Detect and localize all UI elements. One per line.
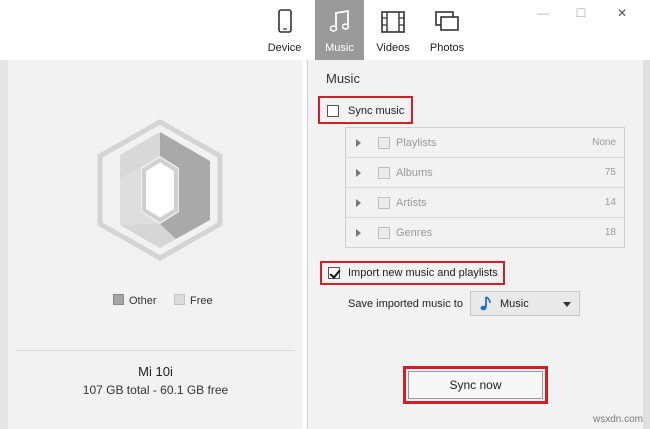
category-label: Genres bbox=[396, 227, 433, 239]
music-category-list: Playlists None Albums 75 Artists 14 Genr… bbox=[345, 127, 625, 248]
maximize-button[interactable]: ☐ bbox=[573, 6, 589, 20]
left-scrollbar[interactable] bbox=[0, 60, 8, 429]
list-item[interactable]: Playlists None bbox=[346, 128, 624, 158]
storage-panel: Other Free Mi 10i 107 GB total - 60.1 GB… bbox=[8, 60, 303, 429]
list-item[interactable]: Genres 18 bbox=[346, 218, 624, 248]
expand-arrow-icon[interactable] bbox=[356, 229, 361, 237]
film-icon bbox=[381, 11, 405, 33]
tab-music[interactable]: Music bbox=[315, 0, 364, 60]
legend-free-swatch bbox=[174, 294, 185, 305]
dropdown-value: Music bbox=[500, 298, 529, 310]
category-count: 18 bbox=[604, 227, 616, 238]
phone-icon bbox=[277, 9, 292, 33]
category-count: 14 bbox=[604, 197, 616, 208]
section-title: Music bbox=[326, 71, 360, 86]
category-label: Artists bbox=[396, 197, 427, 209]
tab-videos-label: Videos bbox=[376, 42, 410, 54]
tab-photos-label: Photos bbox=[429, 42, 465, 54]
minimize-button[interactable]: — bbox=[535, 6, 551, 20]
close-button[interactable]: ✕ bbox=[614, 6, 630, 20]
genres-checkbox[interactable] bbox=[378, 227, 390, 239]
sync-music-label: Sync music bbox=[348, 105, 405, 117]
storage-hexagon-icon bbox=[97, 119, 223, 261]
save-to-dropdown[interactable]: Music bbox=[470, 291, 580, 316]
tab-device[interactable]: Device bbox=[262, 0, 307, 60]
sync-now-highlight: Sync now bbox=[403, 366, 548, 404]
expand-arrow-icon[interactable] bbox=[356, 169, 361, 177]
legend-other-swatch bbox=[113, 294, 124, 305]
sync-now-button[interactable]: Sync now bbox=[408, 371, 543, 399]
device-name: Mi 10i bbox=[138, 364, 173, 379]
category-count: 75 bbox=[604, 167, 616, 178]
chevron-down-icon bbox=[563, 302, 571, 307]
legend-other: Other bbox=[113, 294, 157, 307]
import-checkbox[interactable] bbox=[328, 267, 340, 279]
top-bar: Device Music Videos Photos — ☐ ✕ bbox=[0, 0, 650, 60]
tab-device-label: Device bbox=[267, 42, 302, 54]
category-label: Albums bbox=[396, 167, 433, 179]
legend-other-label: Other bbox=[129, 295, 157, 307]
playlists-checkbox[interactable] bbox=[378, 137, 390, 149]
albums-checkbox[interactable] bbox=[378, 167, 390, 179]
tab-music-label: Music bbox=[325, 42, 354, 54]
artists-checkbox[interactable] bbox=[378, 197, 390, 209]
right-scrollbar[interactable] bbox=[643, 60, 650, 429]
category-count: None bbox=[592, 137, 616, 148]
sync-music-checkbox[interactable] bbox=[327, 105, 339, 117]
tab-photos[interactable]: Photos bbox=[424, 0, 470, 60]
save-to-label: Save imported music to bbox=[348, 298, 463, 310]
legend-free: Free bbox=[174, 294, 213, 307]
music-settings-panel: Music Sync music Playlists None Albums 7… bbox=[308, 60, 643, 429]
watermark: wsxdn.com bbox=[593, 414, 644, 425]
tab-videos[interactable]: Videos bbox=[370, 0, 416, 60]
device-info: Mi 10i 107 GB total - 60.1 GB free bbox=[16, 350, 295, 429]
music-note-icon bbox=[329, 9, 349, 32]
list-item[interactable]: Artists 14 bbox=[346, 188, 624, 218]
photos-icon bbox=[435, 11, 459, 31]
music-note-icon bbox=[480, 296, 491, 311]
category-label: Playlists bbox=[396, 137, 437, 149]
legend-free-label: Free bbox=[190, 295, 213, 307]
expand-arrow-icon[interactable] bbox=[356, 139, 361, 147]
import-label: Import new music and playlists bbox=[348, 267, 498, 279]
expand-arrow-icon[interactable] bbox=[356, 199, 361, 207]
device-storage-summary: 107 GB total - 60.1 GB free bbox=[82, 383, 229, 397]
list-item[interactable]: Albums 75 bbox=[346, 158, 624, 188]
